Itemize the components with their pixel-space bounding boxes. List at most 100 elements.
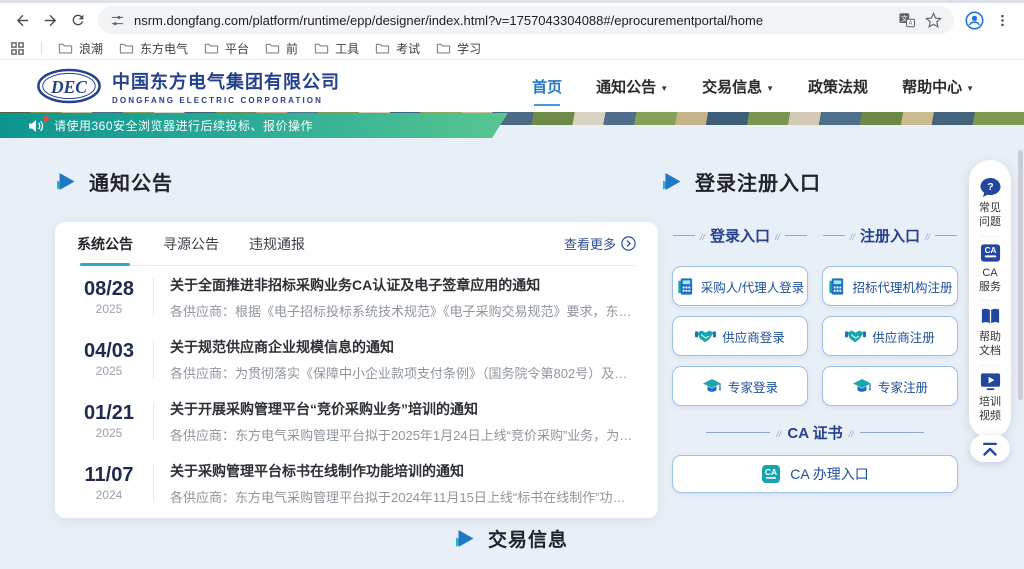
reload-button[interactable]	[64, 6, 92, 34]
nav-help-center[interactable]: 帮助中心	[902, 76, 974, 97]
expert-register-button[interactable]: 专家注册	[822, 366, 958, 406]
apps-grid-icon[interactable]	[10, 41, 25, 56]
button-label: 采购人/代理人登录	[701, 277, 804, 296]
tab-system-notices[interactable]: 系统公告	[77, 222, 133, 265]
forward-button[interactable]	[36, 6, 64, 34]
list-item[interactable]: 11/07 2024 关于采购管理平台标书在线制作功能培训的通知 各供应商：东方…	[77, 452, 636, 514]
purchaser-login-button[interactable]: 采购人/代理人登录	[672, 266, 808, 306]
url-text[interactable]: nsrm.dongfang.com/platform/runtime/epp/d…	[134, 13, 889, 28]
site-settings-icon[interactable]	[110, 13, 125, 28]
expert-login-button[interactable]: 专家登录	[672, 366, 808, 406]
site-page: DEC 中国东方电气集团有限公司 DONGFANG ELECTRIC CORPO…	[0, 60, 1024, 569]
button-label: 供应商注册	[872, 327, 935, 346]
register-group-label: 注册入口	[860, 225, 920, 246]
sidebar-item-training-videos[interactable]: 培训 视频	[979, 366, 1002, 430]
tab-sourcing-notices[interactable]: 寻源公告	[163, 222, 219, 265]
list-item[interactable]: 08/28 2025 关于全面推进非招标采购业务CA认证及电子签章应用的通知 各…	[77, 266, 636, 328]
handshake-icon	[845, 328, 866, 344]
notice-date: 04/03	[77, 340, 141, 363]
nav-trade-info[interactable]: 交易信息	[702, 76, 774, 97]
folder-icon	[204, 42, 219, 55]
avatar	[964, 10, 985, 31]
bookmark-folder[interactable]: 东方电气	[119, 40, 188, 57]
bookmark-folder[interactable]: 工具	[314, 40, 359, 57]
main-nav: 首页 通知公告 交易信息 政策法规 帮助中心	[532, 76, 974, 97]
sidebar-item-ca-service[interactable]: CA CA 服务	[979, 237, 1002, 301]
notice-desc: 各供应商：东方电气采购管理平台拟于2024年11月15日上线“标书在线制作”功能…	[170, 487, 636, 506]
divider	[860, 432, 924, 433]
chevron-down-icon	[766, 78, 774, 95]
nav-label: 首页	[532, 76, 562, 97]
bookmark-label: 浪潮	[79, 40, 103, 57]
company-logo[interactable]: DEC 中国东方电气集团有限公司 DONGFANG ELECTRIC CORPO…	[36, 67, 340, 105]
scrollbar[interactable]	[1018, 150, 1023, 400]
bookmark-folder[interactable]: 学习	[436, 40, 481, 57]
folder-icon	[375, 42, 390, 55]
list-item[interactable]: 04/03 2025 关于规范供应商企业规模信息的通知 各供应商：为贯彻落实《保…	[77, 328, 636, 390]
sidebar-item-label: CA 服务	[979, 266, 1001, 295]
notice-title[interactable]: 关于采购管理平台标书在线制作功能培训的通知	[170, 461, 636, 481]
chevron-down-icon	[966, 78, 974, 95]
supplier-login-button[interactable]: 供应商登录	[672, 316, 808, 356]
calculator-icon	[827, 277, 846, 296]
supplier-register-button[interactable]: 供应商注册	[822, 316, 958, 356]
chevron-down-icon	[660, 78, 668, 95]
nav-label: 帮助中心	[902, 76, 962, 97]
folder-icon	[265, 42, 280, 55]
notice-date-block: 01/21 2025	[77, 402, 141, 440]
section-arrow-icon	[663, 173, 682, 190]
register-group-header: 注册入口	[822, 225, 958, 246]
notice-title[interactable]: 关于全面推进非招标采购业务CA认证及电子签章应用的通知	[170, 275, 636, 295]
notice-date-block: 08/28 2025	[77, 278, 141, 316]
notice-title[interactable]: 关于规范供应商企业规模信息的通知	[170, 337, 636, 357]
site-header: DEC 中国东方电气集团有限公司 DONGFANG ELECTRIC CORPO…	[0, 60, 1024, 112]
notice-year: 2025	[77, 426, 141, 440]
tab-violation-reports[interactable]: 违规通报	[249, 222, 305, 265]
bookmark-folder[interactable]: 浪潮	[58, 40, 103, 57]
notice-desc: 各供应商：东方电气采购管理平台拟于2025年1月24日上线“竞价采购”业务，为帮…	[170, 425, 636, 444]
translate-icon[interactable]: 文A	[898, 11, 916, 29]
browser-window: nsrm.dongfang.com/platform/runtime/epp/d…	[0, 0, 1024, 569]
agency-register-button[interactable]: 招标代理机构注册	[822, 266, 958, 306]
divider	[673, 235, 695, 236]
calculator-icon	[676, 277, 695, 296]
bookmark-folder[interactable]: 前	[265, 40, 298, 57]
circle-chevron-right-icon	[621, 236, 636, 251]
bookmark-label: 考试	[396, 40, 420, 57]
nav-notices[interactable]: 通知公告	[596, 76, 668, 97]
nav-policies[interactable]: 政策法规	[808, 76, 868, 97]
profile-button[interactable]	[960, 6, 988, 34]
notice-title[interactable]: 关于开展采购管理平台“竞价采购业务”培训的通知	[170, 399, 636, 419]
page-title: 通知公告	[89, 167, 173, 196]
notice-date: 08/28	[77, 278, 141, 301]
url-bar[interactable]: nsrm.dongfang.com/platform/runtime/epp/d…	[98, 6, 954, 34]
svg-text:CA: CA	[984, 246, 996, 255]
slash-decoration	[850, 227, 855, 245]
divider	[153, 340, 154, 378]
ca-card-icon: CA	[979, 243, 1002, 263]
bookmark-folder[interactable]: 平台	[204, 40, 249, 57]
ca-apply-button[interactable]: CA CA 办理入口	[672, 455, 958, 493]
scroll-to-top-icon	[981, 442, 999, 456]
menu-button[interactable]	[988, 6, 1016, 34]
back-to-top-button[interactable]	[970, 435, 1010, 462]
trade-section-header: 交易信息	[0, 525, 1024, 552]
notice-date: 11/07	[77, 464, 141, 487]
bookmark-folder[interactable]: 考试	[375, 40, 420, 57]
ca-group-label: CA 证书	[787, 422, 842, 443]
graduation-cap-icon	[852, 378, 872, 395]
bookmark-label: 东方电气	[140, 40, 188, 57]
button-label: 招标代理机构注册	[852, 277, 952, 296]
folder-icon	[58, 42, 73, 55]
button-label: 专家注册	[878, 377, 928, 396]
bookmark-star-icon[interactable]	[925, 12, 942, 29]
sidebar-item-help-docs[interactable]: 帮助 文档	[979, 301, 1002, 365]
list-item[interactable]: 01/21 2025 关于开展采购管理平台“竞价采购业务”培训的通知 各供应商：…	[77, 390, 636, 452]
nav-label: 交易信息	[702, 76, 762, 97]
svg-text:A: A	[909, 21, 913, 27]
notice-ticker[interactable]: 请使用360安全浏览器进行后续投标、报价操作	[0, 113, 508, 138]
back-button[interactable]	[8, 6, 36, 34]
view-more-link[interactable]: 查看更多	[564, 234, 636, 253]
nav-home[interactable]: 首页	[532, 76, 562, 97]
sidebar-item-faq[interactable]: ? 常见 问题	[979, 171, 1002, 236]
